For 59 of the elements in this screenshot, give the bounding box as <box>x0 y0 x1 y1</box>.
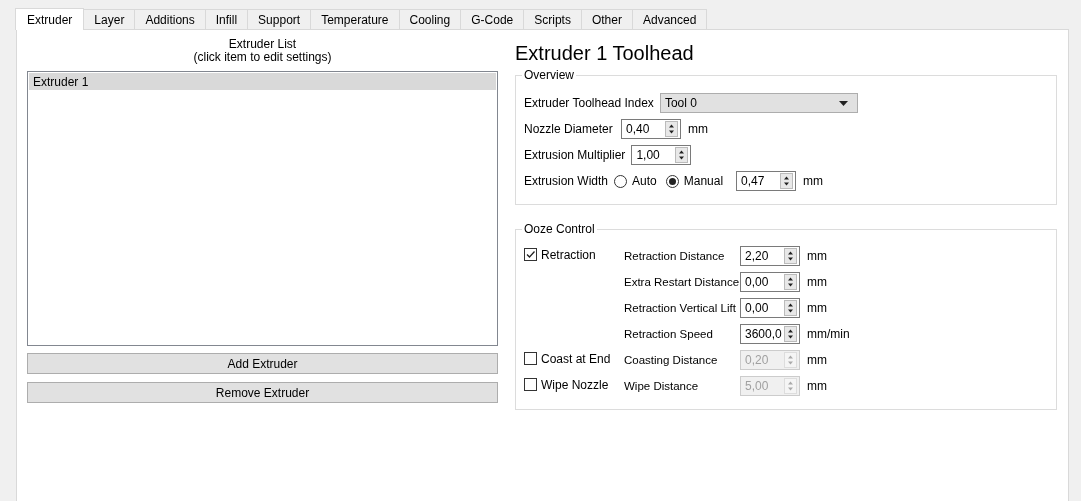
list-button[interactable]: Add Extruder <box>27 353 498 374</box>
spin-arrows-icon[interactable] <box>675 147 689 163</box>
unit-label: mm <box>807 353 827 367</box>
list-button[interactable]: Remove Extruder <box>27 382 498 403</box>
field-label: Retraction Distance <box>624 250 726 262</box>
number-field[interactable]: 0,47 <box>736 171 797 191</box>
radio-button[interactable] <box>614 174 628 188</box>
unit-label: mm <box>807 301 827 315</box>
checkbox[interactable] <box>524 378 537 391</box>
list-item[interactable]: Extruder 1 <box>29 73 496 90</box>
radio-label[interactable]: Auto <box>632 174 657 188</box>
checkbox[interactable] <box>524 352 537 365</box>
tab[interactable]: Layer <box>83 9 136 29</box>
unit-label: mm <box>807 249 827 263</box>
number-field[interactable]: 2,20 <box>740 246 800 266</box>
list-title: Extruder List <box>228 38 297 51</box>
checkbox-label[interactable]: Wipe Nozzle <box>541 378 609 392</box>
number-field[interactable]: 0,40 <box>621 119 681 139</box>
field-label: Retraction Speed <box>624 328 714 340</box>
spin-arrows-icon[interactable] <box>784 248 797 264</box>
spin-arrows-icon[interactable] <box>665 121 678 137</box>
caret-icon <box>838 100 848 106</box>
tab[interactable]: Support <box>247 9 312 29</box>
tab[interactable]: Cooling <box>398 9 462 29</box>
field-label: Extra Restart Distance <box>624 276 740 288</box>
number-field[interactable]: 3600,0 <box>740 324 800 344</box>
unit-label: mm <box>807 275 827 289</box>
unit-label: mm <box>688 122 708 136</box>
tab[interactable]: Advanced <box>631 9 708 29</box>
spin-arrows-icon[interactable] <box>784 274 797 290</box>
unit-label: mm <box>807 379 827 393</box>
checkbox[interactable] <box>524 248 537 261</box>
field-label: Nozzle Diameter <box>524 122 614 136</box>
field-label: Wipe Distance <box>624 380 700 392</box>
panel-title: Extruder 1 Toolhead <box>515 41 694 66</box>
number-field[interactable]: 0,00 <box>740 272 800 292</box>
checkbox-label[interactable]: Coast at End <box>541 352 611 366</box>
group-title: Ooze Control <box>522 222 597 236</box>
number-field[interactable]: 0,00 <box>740 298 800 318</box>
tab[interactable]: Temperature <box>310 9 400 29</box>
checkbox-label[interactable]: Retraction <box>541 248 596 262</box>
field-label: Extruder Toolhead Index <box>524 96 654 110</box>
list-hint: (click item to edit settings) <box>193 51 332 64</box>
unit-label: mm <box>803 174 824 188</box>
field-label: Coasting Distance <box>624 354 719 366</box>
tab[interactable]: Extruder <box>15 8 85 30</box>
number-field[interactable]: 1,00 <box>631 145 692 165</box>
dropdown[interactable]: Tool 0 <box>659 93 858 113</box>
spin-arrows-icon[interactable] <box>784 326 797 342</box>
radio-button[interactable] <box>665 174 679 188</box>
field-label: Extrusion Width <box>524 174 609 188</box>
tab[interactable]: Scripts <box>523 9 582 29</box>
spin-arrows-icon[interactable] <box>784 300 797 316</box>
group-title: Overview <box>522 68 576 82</box>
field-label: Retraction Vertical Lift <box>624 302 737 314</box>
radio-label[interactable]: Manual <box>683 174 724 188</box>
field-label: Extrusion Multiplier <box>524 148 626 162</box>
unit-label: mm/min <box>807 327 850 341</box>
spin-arrows-icon[interactable] <box>780 173 794 189</box>
